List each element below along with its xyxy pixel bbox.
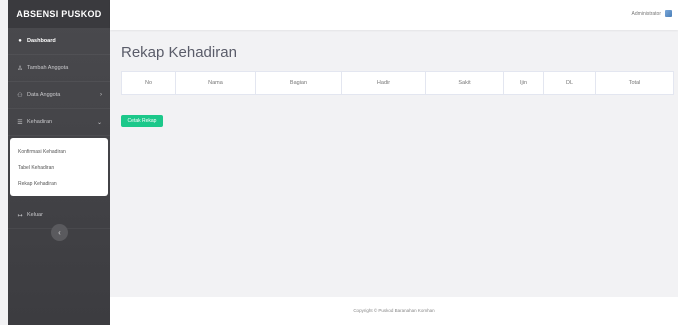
rekap-table: No Nama Bagian Hadir Sakit Ijin DL Total — [121, 71, 674, 95]
chevron-right-icon: › — [100, 92, 102, 98]
user-name: Administrator — [631, 10, 661, 17]
sidebar: ABSENSI PUSKOD ● Dashboard ♙ Tambah Angg… — [8, 0, 110, 325]
chevron-down-icon: ⌄ — [96, 119, 102, 126]
user-plus-icon: ♙ — [17, 65, 23, 72]
sidebar-item-label: Kehadiran — [27, 119, 53, 125]
logout-icon: ↦ — [17, 212, 23, 219]
copyright-text: Copyright © Puskod Baranahan Komhan — [353, 308, 435, 313]
column-header: No — [121, 71, 176, 95]
sidebar-item-tambah-anggota[interactable]: ♙ Tambah Anggota — [8, 55, 110, 82]
sidebar-item-data-anggota[interactable]: ⚇ Data Anggota › — [8, 82, 110, 109]
submenu-item-rekap[interactable]: Rekap Kehadiran — [10, 176, 108, 192]
chevron-left-icon: ‹ — [58, 228, 61, 237]
column-header: Sakit — [425, 71, 504, 95]
sidebar-item-label: Dashboard — [27, 38, 56, 44]
column-header: Total — [595, 71, 674, 95]
submenu-item-konfirmasi[interactable]: Konfirmasi Kehadiran — [10, 144, 108, 160]
sidebar-item-label: Tambah Anggota — [27, 65, 69, 71]
column-header: Ijin — [503, 71, 544, 95]
sidebar-item-label: Data Anggota — [27, 92, 61, 98]
column-header: Nama — [175, 71, 256, 95]
column-header: Bagian — [255, 71, 342, 95]
dashboard-icon: ● — [18, 38, 22, 44]
submenu-item-tabel[interactable]: Tabel Kehadiran — [10, 160, 108, 176]
brand-logo[interactable]: ABSENSI PUSKOD — [8, 0, 110, 28]
sidebar-toggle-button[interactable]: ‹ — [51, 224, 68, 241]
sidebar-item-dashboard[interactable]: ● Dashboard — [8, 28, 110, 55]
column-header: DL — [543, 71, 596, 95]
sidebar-item-label: Keluar — [27, 212, 43, 218]
column-header: Hadir — [341, 71, 426, 95]
page-title: Rekap Kehadiran — [121, 44, 237, 61]
users-icon: ⚇ — [17, 92, 23, 99]
footer: Copyright © Puskod Baranahan Komhan — [110, 297, 678, 325]
avatar — [665, 10, 672, 17]
topbar: Administrator — [110, 0, 678, 30]
kehadiran-submenu: Konfirmasi Kehadiran Tabel Kehadiran Rek… — [10, 138, 108, 196]
table-header-row: No Nama Bagian Hadir Sakit Ijin DL Total — [121, 71, 674, 95]
print-button[interactable]: Cetak Rekap — [121, 115, 163, 127]
sidebar-item-kehadiran[interactable]: ☰ Kehadiran ⌄ — [8, 109, 110, 136]
list-icon: ☰ — [17, 119, 23, 126]
user-menu[interactable]: Administrator — [632, 10, 672, 17]
